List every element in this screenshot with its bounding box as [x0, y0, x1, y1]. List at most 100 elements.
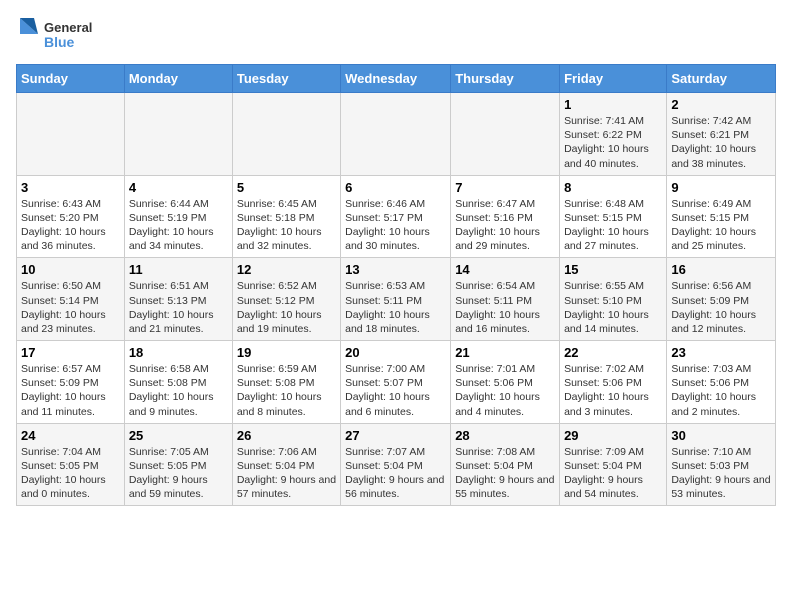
calendar-cell: 19Sunrise: 6:59 AM Sunset: 5:08 PM Dayli…: [232, 341, 340, 424]
day-number: 23: [671, 345, 771, 360]
svg-text:Blue: Blue: [44, 34, 75, 50]
calendar-cell: 25 Sunrise: 7:05 AM Sunset: 5:05 PM Dayli…: [124, 423, 232, 506]
weekday-header-friday: Friday: [560, 65, 667, 93]
calendar-cell: 2Sunrise: 7:42 AM Sunset: 6:21 PM Daylig…: [667, 93, 776, 176]
day-info: Sunrise: 7:05 AM Sunset: 5:05 PM Dayligh…: [129, 445, 228, 502]
calendar-cell: 16 Sunrise: 6:56 AM Sunset: 5:09 PM Dayli…: [667, 258, 776, 341]
day-info: Sunrise: 6:50 AM Sunset: 5:14 PM Dayligh…: [21, 279, 120, 336]
calendar-cell: 24 Sunrise: 7:04 AM Sunset: 5:05 PM Dayli…: [17, 423, 125, 506]
calendar-cell: 15 Sunrise: 6:55 AM Sunset: 5:10 PM Dayli…: [560, 258, 667, 341]
calendar-table: SundayMondayTuesdayWednesdayThursdayFrid…: [16, 64, 776, 506]
weekday-header-tuesday: Tuesday: [232, 65, 340, 93]
weekday-header-sunday: Sunday: [17, 65, 125, 93]
day-number: 18: [129, 345, 228, 360]
calendar-cell: 6 Sunrise: 6:46 AM Sunset: 5:17 PM Daylig…: [341, 175, 451, 258]
day-info: Sunrise: 6:54 AM Sunset: 5:11 PM Dayligh…: [455, 279, 555, 336]
calendar-cell: 21 Sunrise: 7:01 AM Sunset: 5:06 PM Dayli…: [451, 341, 560, 424]
calendar-cell: 17 Sunrise: 6:57 AM Sunset: 5:09 PM Dayli…: [17, 341, 125, 424]
calendar-cell: 8 Sunrise: 6:48 AM Sunset: 5:15 PM Daylig…: [560, 175, 667, 258]
calendar-cell: [341, 93, 451, 176]
day-number: 20: [345, 345, 446, 360]
logo-svg: General Blue: [16, 16, 96, 56]
calendar-cell: 14 Sunrise: 6:54 AM Sunset: 5:11 PM Dayli…: [451, 258, 560, 341]
day-number: 27: [345, 428, 446, 443]
calendar-cell: 7Sunrise: 6:47 AM Sunset: 5:16 PM Daylig…: [451, 175, 560, 258]
day-number: 8: [564, 180, 662, 195]
calendar-cell: 13Sunrise: 6:53 AM Sunset: 5:11 PM Dayli…: [341, 258, 451, 341]
day-info: Sunrise: 6:44 AM Sunset: 5:19 PM Dayligh…: [129, 197, 228, 254]
day-info: Sunrise: 7:00 AM Sunset: 5:07 PM Dayligh…: [345, 362, 446, 419]
day-info: Sunrise: 6:51 AM Sunset: 5:13 PM Dayligh…: [129, 279, 228, 336]
day-number: 17: [21, 345, 120, 360]
day-info: Sunrise: 6:59 AM Sunset: 5:08 PM Dayligh…: [237, 362, 336, 419]
day-info: Sunrise: 6:43 AM Sunset: 5:20 PM Dayligh…: [21, 197, 120, 254]
svg-text:General: General: [44, 20, 92, 35]
calendar-cell: 10 Sunrise: 6:50 AM Sunset: 5:14 PM Dayli…: [17, 258, 125, 341]
day-number: 14: [455, 262, 555, 277]
calendar-cell: [451, 93, 560, 176]
calendar-cell: 12Sunrise: 6:52 AM Sunset: 5:12 PM Dayli…: [232, 258, 340, 341]
day-info: Sunrise: 7:04 AM Sunset: 5:05 PM Dayligh…: [21, 445, 120, 502]
day-number: 30: [671, 428, 771, 443]
day-number: 4: [129, 180, 228, 195]
day-number: 22: [564, 345, 662, 360]
day-number: 21: [455, 345, 555, 360]
calendar-cell: 3Sunrise: 6:43 AM Sunset: 5:20 PM Daylig…: [17, 175, 125, 258]
week-row-4: 24 Sunrise: 7:04 AM Sunset: 5:05 PM Dayli…: [17, 423, 776, 506]
day-number: 26: [237, 428, 336, 443]
header-area: General Blue: [16, 16, 776, 56]
calendar-cell: 30 Sunrise: 7:10 AM Sunset: 5:03 PM Dayli…: [667, 423, 776, 506]
logo: General Blue: [16, 16, 96, 56]
calendar-cell: 28 Sunrise: 7:08 AM Sunset: 5:04 PM Dayli…: [451, 423, 560, 506]
day-info: Sunrise: 6:45 AM Sunset: 5:18 PM Dayligh…: [237, 197, 336, 254]
day-info: Sunrise: 7:06 AM Sunset: 5:04 PM Dayligh…: [237, 445, 336, 502]
day-info: Sunrise: 6:52 AM Sunset: 5:12 PM Dayligh…: [237, 279, 336, 336]
day-number: 10: [21, 262, 120, 277]
calendar-cell: 22Sunrise: 7:02 AM Sunset: 5:06 PM Dayli…: [560, 341, 667, 424]
calendar-cell: 1 Sunrise: 7:41 AM Sunset: 6:22 PM Daylig…: [560, 93, 667, 176]
day-info: Sunrise: 6:58 AM Sunset: 5:08 PM Dayligh…: [129, 362, 228, 419]
day-number: 2: [671, 97, 771, 112]
day-number: 1: [564, 97, 662, 112]
calendar-body: 1 Sunrise: 7:41 AM Sunset: 6:22 PM Daylig…: [17, 93, 776, 506]
day-number: 5: [237, 180, 336, 195]
day-info: Sunrise: 7:01 AM Sunset: 5:06 PM Dayligh…: [455, 362, 555, 419]
weekday-header-row: SundayMondayTuesdayWednesdayThursdayFrid…: [17, 65, 776, 93]
calendar-cell: 11Sunrise: 6:51 AM Sunset: 5:13 PM Dayli…: [124, 258, 232, 341]
calendar-cell: 23 Sunrise: 7:03 AM Sunset: 5:06 PM Dayli…: [667, 341, 776, 424]
day-number: 15: [564, 262, 662, 277]
week-row-1: 3Sunrise: 6:43 AM Sunset: 5:20 PM Daylig…: [17, 175, 776, 258]
day-number: 6: [345, 180, 446, 195]
day-info: Sunrise: 7:07 AM Sunset: 5:04 PM Dayligh…: [345, 445, 446, 502]
calendar-cell: 5 Sunrise: 6:45 AM Sunset: 5:18 PM Daylig…: [232, 175, 340, 258]
day-info: Sunrise: 7:08 AM Sunset: 5:04 PM Dayligh…: [455, 445, 555, 502]
calendar-cell: 9Sunrise: 6:49 AM Sunset: 5:15 PM Daylig…: [667, 175, 776, 258]
calendar-cell: 4 Sunrise: 6:44 AM Sunset: 5:19 PM Daylig…: [124, 175, 232, 258]
day-number: 24: [21, 428, 120, 443]
calendar-cell: 26 Sunrise: 7:06 AM Sunset: 5:04 PM Dayli…: [232, 423, 340, 506]
calendar-cell: [17, 93, 125, 176]
weekday-header-thursday: Thursday: [451, 65, 560, 93]
day-info: Sunrise: 6:57 AM Sunset: 5:09 PM Dayligh…: [21, 362, 120, 419]
day-number: 9: [671, 180, 771, 195]
day-info: Sunrise: 7:10 AM Sunset: 5:03 PM Dayligh…: [671, 445, 771, 502]
day-info: Sunrise: 6:56 AM Sunset: 5:09 PM Dayligh…: [671, 279, 771, 336]
day-info: Sunrise: 6:46 AM Sunset: 5:17 PM Dayligh…: [345, 197, 446, 254]
weekday-header-wednesday: Wednesday: [341, 65, 451, 93]
day-number: 29: [564, 428, 662, 443]
day-info: Sunrise: 6:55 AM Sunset: 5:10 PM Dayligh…: [564, 279, 662, 336]
calendar-cell: 27 Sunrise: 7:07 AM Sunset: 5:04 PM Dayli…: [341, 423, 451, 506]
calendar-cell: [124, 93, 232, 176]
calendar-cell: 29Sunrise: 7:09 AM Sunset: 5:04 PM Dayli…: [560, 423, 667, 506]
day-info: Sunrise: 7:03 AM Sunset: 5:06 PM Dayligh…: [671, 362, 771, 419]
day-info: Sunrise: 6:48 AM Sunset: 5:15 PM Dayligh…: [564, 197, 662, 254]
day-number: 25: [129, 428, 228, 443]
calendar-cell: 20 Sunrise: 7:00 AM Sunset: 5:07 PM Dayli…: [341, 341, 451, 424]
calendar-cell: 18 Sunrise: 6:58 AM Sunset: 5:08 PM Dayli…: [124, 341, 232, 424]
day-number: 7: [455, 180, 555, 195]
day-number: 28: [455, 428, 555, 443]
weekday-header-monday: Monday: [124, 65, 232, 93]
weekday-header-saturday: Saturday: [667, 65, 776, 93]
day-info: Sunrise: 7:41 AM Sunset: 6:22 PM Dayligh…: [564, 114, 662, 171]
day-number: 16: [671, 262, 771, 277]
